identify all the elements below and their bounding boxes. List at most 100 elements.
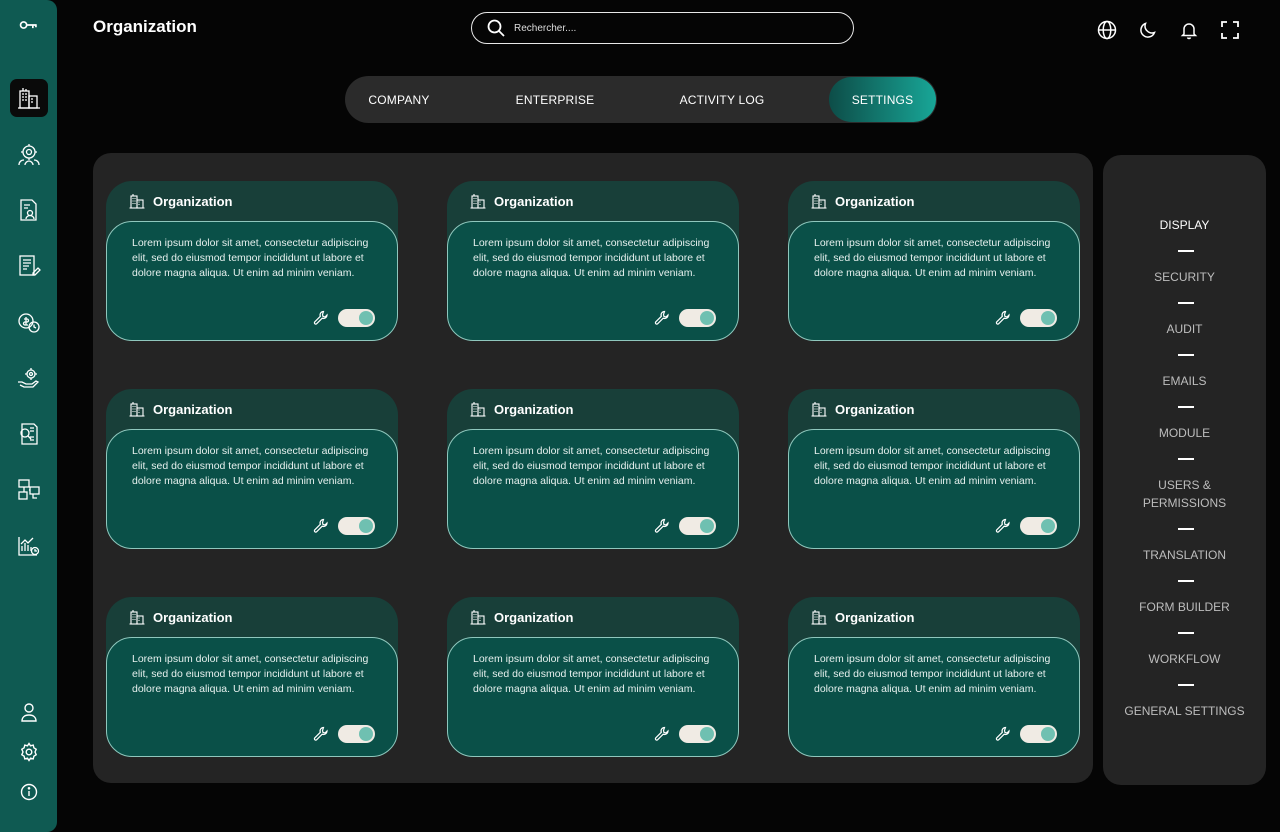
sidebar — [0, 0, 57, 832]
settings-item-form-builder[interactable]: FORM BUILDER — [1103, 598, 1266, 616]
enable-toggle[interactable] — [679, 725, 716, 743]
enable-toggle[interactable] — [1020, 309, 1057, 327]
card-header: Organization — [128, 607, 232, 627]
building-icon — [811, 610, 827, 625]
settings-menu: DISPLAY SECURITY AUDIT EMAILS MODULE USERS & … — [1103, 155, 1266, 785]
card-title: Organization — [494, 609, 574, 625]
menu-divider — [1178, 580, 1194, 582]
tab-company[interactable]: COMPANY — [345, 76, 453, 123]
settings-item-security[interactable]: SECURITY — [1103, 268, 1266, 286]
enable-toggle[interactable] — [338, 517, 375, 535]
wrench-icon[interactable] — [995, 518, 1011, 534]
module-card: Organization Lorem ipsum dolor sit amet,… — [106, 389, 398, 549]
building-icon — [811, 402, 827, 417]
card-body: Lorem ipsum dolor sit amet, consectetur … — [447, 637, 739, 757]
card-title: Organization — [153, 609, 233, 625]
sidebar-item-documents[interactable] — [10, 191, 48, 229]
sidebar-item-services[interactable] — [10, 359, 48, 397]
sidebar-item-network[interactable] — [10, 471, 48, 509]
building-icon — [470, 610, 486, 625]
module-card: Organization Lorem ipsum dolor sit amet,… — [106, 181, 398, 341]
fullscreen-icon[interactable] — [1219, 19, 1241, 41]
user-icon[interactable] — [18, 701, 40, 723]
settings-item-audit[interactable]: AUDIT — [1103, 320, 1266, 338]
tab-activity-log[interactable]: ACTIVITY LOG — [665, 76, 779, 123]
wrench-icon[interactable] — [313, 310, 329, 326]
card-body: Lorem ipsum dolor sit amet, consectetur … — [106, 429, 398, 549]
search-icon — [487, 19, 505, 37]
menu-divider — [1178, 250, 1194, 252]
enable-toggle[interactable] — [1020, 517, 1057, 535]
sidebar-item-teams[interactable] — [10, 135, 48, 173]
search-bar[interactable] — [471, 12, 854, 44]
card-description: Lorem ipsum dolor sit amet, consectetur … — [473, 653, 710, 695]
wrench-icon[interactable] — [995, 726, 1011, 742]
settings-item-general-settings[interactable]: GENERAL SETTINGS — [1103, 702, 1266, 720]
card-header: Organization — [469, 399, 573, 419]
card-description: Lorem ipsum dolor sit amet, consectetur … — [814, 445, 1051, 487]
card-header: Organization — [128, 191, 232, 211]
toggle-knob — [1041, 727, 1055, 741]
card-description: Lorem ipsum dolor sit amet, consectetur … — [473, 445, 710, 487]
info-icon[interactable] — [18, 781, 40, 803]
sidebar-item-search-docs[interactable] — [10, 415, 48, 453]
sidebar-item-organization[interactable] — [10, 79, 48, 117]
wrench-icon[interactable] — [313, 518, 329, 534]
module-card: Organization Lorem ipsum dolor sit amet,… — [788, 181, 1080, 341]
card-body: Lorem ipsum dolor sit amet, consectetur … — [447, 221, 739, 341]
page-title: Organization — [93, 17, 197, 36]
wrench-icon[interactable] — [995, 310, 1011, 326]
card-body: Lorem ipsum dolor sit amet, consectetur … — [788, 637, 1080, 757]
search-input[interactable] — [514, 22, 814, 34]
settings-item-users-permissions[interactable]: USERS & PERMISSIONS — [1103, 476, 1266, 512]
card-header: Organization — [810, 399, 914, 419]
settings-icon[interactable] — [18, 741, 40, 763]
enable-toggle[interactable] — [679, 517, 716, 535]
toggle-knob — [359, 311, 373, 325]
module-card: Organization Lorem ipsum dolor sit amet,… — [447, 181, 739, 341]
settings-item-module[interactable]: MODULE — [1103, 424, 1266, 442]
wrench-icon[interactable] — [313, 726, 329, 742]
module-card: Organization Lorem ipsum dolor sit amet,… — [447, 597, 739, 757]
card-header: Organization — [469, 607, 573, 627]
document-edit-icon — [19, 255, 41, 276]
enable-toggle[interactable] — [338, 725, 375, 743]
settings-item-display[interactable]: DISPLAY — [1103, 216, 1266, 234]
main-panel: Organization Lorem ipsum dolor sit amet,… — [93, 153, 1093, 783]
users-gear-icon — [18, 144, 40, 166]
network-screens-icon — [18, 479, 40, 500]
bell-icon[interactable] — [1178, 19, 1200, 41]
card-title: Organization — [153, 401, 233, 417]
settings-item-workflow[interactable]: WORKFLOW — [1103, 650, 1266, 668]
enable-toggle[interactable] — [338, 309, 375, 327]
wrench-icon[interactable] — [654, 518, 670, 534]
globe-icon[interactable] — [1096, 19, 1118, 41]
building-icon — [129, 610, 145, 625]
card-title: Organization — [835, 401, 915, 417]
menu-divider — [1178, 528, 1194, 530]
moon-icon[interactable] — [1137, 19, 1159, 41]
tab-settings[interactable]: SETTINGS — [829, 77, 936, 122]
sidebar-item-finance[interactable] — [10, 303, 48, 341]
toggle-knob — [700, 519, 714, 533]
toggle-knob — [1041, 311, 1055, 325]
building-icon — [18, 88, 40, 109]
chart-report-icon — [18, 537, 40, 556]
menu-divider — [1178, 354, 1194, 356]
wrench-icon[interactable] — [654, 310, 670, 326]
tab-enterprise[interactable]: ENTERPRISE — [500, 76, 610, 123]
enable-toggle[interactable] — [1020, 725, 1057, 743]
building-icon — [129, 402, 145, 417]
card-body: Lorem ipsum dolor sit amet, consectetur … — [788, 221, 1080, 341]
card-description: Lorem ipsum dolor sit amet, consectetur … — [814, 237, 1051, 279]
enable-toggle[interactable] — [679, 309, 716, 327]
money-clock-icon — [18, 313, 40, 333]
key-icon[interactable] — [16, 14, 42, 36]
sidebar-item-forms[interactable] — [10, 247, 48, 285]
settings-item-translation[interactable]: TRANSLATION — [1103, 546, 1266, 564]
settings-item-emails[interactable]: EMAILS — [1103, 372, 1266, 390]
card-description: Lorem ipsum dolor sit amet, consectetur … — [132, 653, 369, 695]
wrench-icon[interactable] — [654, 726, 670, 742]
sidebar-item-reports[interactable] — [10, 527, 48, 565]
toggle-knob — [359, 519, 373, 533]
